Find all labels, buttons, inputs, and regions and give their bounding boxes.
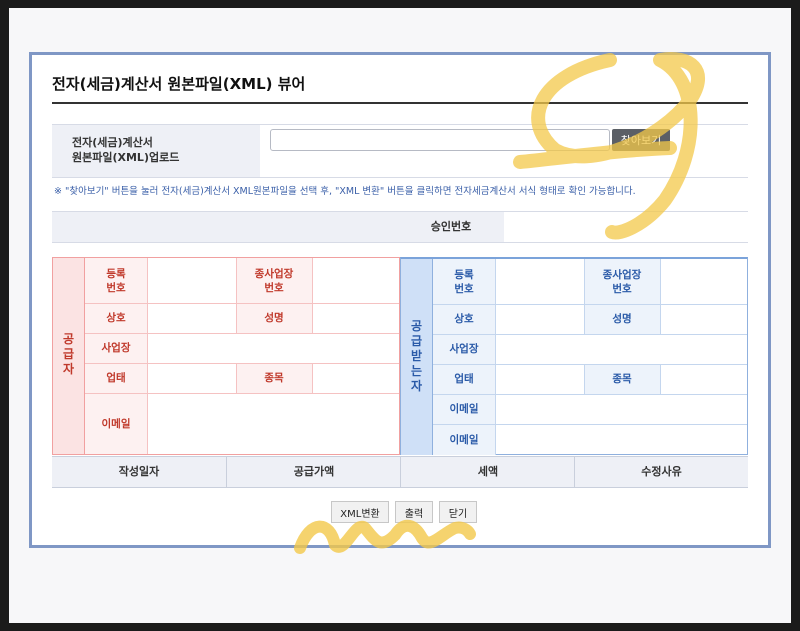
supplier-biz-type-label: 업태 [85, 363, 147, 393]
buyer-side-char: 받 [410, 349, 423, 363]
supplier-email-label: 이메일 [85, 393, 147, 454]
file-path-input[interactable] [270, 129, 610, 151]
buyer-side-char: 공 [410, 319, 423, 333]
buyer-divider [433, 394, 747, 395]
buyer-side-char: 급 [410, 334, 423, 348]
supplier-divider [312, 258, 313, 333]
issue-date-header: 작성일자 [52, 457, 226, 487]
supplier-divider [85, 363, 399, 364]
revision-reason-header: 수정사유 [575, 457, 748, 487]
page-title: 전자(세금)계산서 원본파일(XML) 뷰어 [52, 75, 306, 93]
supplier-side-char: 공 [62, 332, 75, 346]
instruction-notice: ※ "찾아보기" 버튼을 눌러 전자(세금)계산서 XML원본파일을 선택 후,… [54, 186, 636, 197]
buyer-divider [495, 259, 496, 455]
supplier-side-char: 급 [62, 347, 75, 361]
approval-number-label: 승인번호 [398, 212, 504, 242]
upload-label: 전자(세금)계산서 원본파일(XML)업로드 [52, 125, 260, 177]
approval-row: 승인번호 [52, 211, 748, 243]
close-button[interactable]: 닫기 [439, 501, 477, 523]
supplier-divider [236, 258, 237, 333]
supplier-name-label: 성명 [236, 303, 312, 333]
supplier-section: 공 급 자 등록 번호 종사업장 번호 상호 성명 사업장 업태 종목 이메일 [52, 257, 400, 455]
approval-blank-cell [52, 212, 398, 242]
buyer-divider [433, 424, 747, 425]
amount-header-row: 작성일자 공급가액 세액 수정사유 [52, 456, 748, 488]
buyer-side-label: 공 급 받 는 자 [401, 259, 433, 455]
buyer-email2-label: 이메일 [433, 424, 495, 455]
buyer-divider [660, 259, 661, 334]
buyer-divider [433, 304, 747, 305]
supplier-side-char: 자 [62, 362, 75, 376]
buyer-company-label: 상호 [433, 304, 495, 334]
supplier-divider [147, 258, 148, 454]
buyer-name-label: 성명 [584, 304, 660, 334]
buyer-reg-no-label: 등록 번호 [433, 259, 495, 304]
buyer-section: 공 급 받 는 자 등록 번호 종사업장 번호 상호 성명 사업장 업태 종목 … [400, 257, 748, 455]
supplier-divider [85, 393, 399, 394]
supplier-company-label: 상호 [85, 303, 147, 333]
upload-label-line1: 전자(세금)계산서 [72, 136, 153, 149]
supplier-address-label: 사업장 [85, 333, 147, 363]
buyer-side-char: 자 [410, 379, 423, 393]
supplier-reg-no-label: 등록 번호 [85, 258, 147, 303]
buyer-biz-type-label: 업태 [433, 364, 495, 394]
buyer-divider [584, 364, 585, 394]
buyer-divider [433, 364, 747, 365]
supplier-side-label: 공 급 자 [53, 258, 85, 454]
buyer-divider [660, 364, 661, 394]
buyer-divider [433, 334, 747, 335]
supplier-divider [85, 303, 399, 304]
xml-convert-button[interactable]: XML변환 [331, 501, 389, 523]
buyer-biz-item-label: 종목 [584, 364, 660, 394]
buyer-divider [584, 259, 585, 334]
supplier-divider [85, 333, 399, 334]
buyer-email1-label: 이메일 [433, 394, 495, 424]
tax-header: 세액 [401, 457, 575, 487]
supplier-biz-item-label: 종목 [236, 363, 312, 393]
title-divider [52, 102, 748, 104]
upload-label-line2: 원본파일(XML)업로드 [72, 151, 180, 164]
supplier-sub-biz-label: 종사업장 번호 [236, 258, 312, 303]
upload-section: 전자(세금)계산서 원본파일(XML)업로드 찾아보기 [52, 124, 748, 178]
browse-button[interactable]: 찾아보기 [612, 129, 670, 151]
buyer-side-char: 는 [410, 364, 423, 378]
buyer-sub-biz-label: 종사업장 번호 [584, 259, 660, 304]
supplier-divider [236, 363, 237, 393]
print-button[interactable]: 출력 [395, 501, 433, 523]
buyer-address-label: 사업장 [433, 334, 495, 364]
supply-amount-header: 공급가액 [227, 457, 401, 487]
supplier-divider [312, 363, 313, 393]
